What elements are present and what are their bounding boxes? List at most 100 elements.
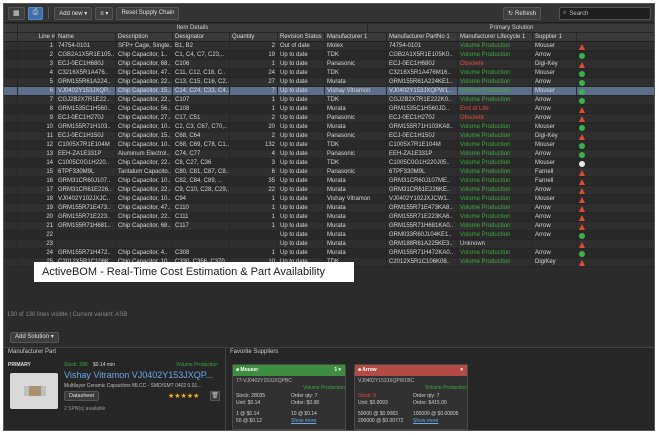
row-select-cell[interactable]	[4, 114, 18, 123]
column-header[interactable]: Line #	[18, 33, 56, 42]
status-icon[interactable]	[577, 240, 587, 249]
add-new-button[interactable]: Add new ▾	[54, 6, 93, 20]
table-row[interactable]: 8 GRM1535C1H560.. Chip Capacitor, 56.. C108…	[4, 105, 654, 114]
row-select-cell[interactable]	[4, 258, 18, 267]
status-icon[interactable]	[577, 231, 587, 240]
table-row[interactable]: 16 GRM31CR60J107.. Chip Capacitor, 10.. C82…	[4, 177, 654, 186]
status-icon[interactable]	[577, 204, 587, 213]
status-icon[interactable]	[577, 42, 587, 51]
row-select-cell[interactable]	[4, 150, 18, 159]
table-row[interactable]: 7 CGJ2B2X7R1E22.. Chip Capacitor, 22.. C107…	[4, 96, 654, 105]
delete-icon[interactable]: 🗑	[210, 391, 220, 401]
table-row[interactable]: 24 GRM155R71H472.. Chip Capacitor, 4.. C308…	[4, 249, 654, 258]
row-select-header[interactable]	[4, 33, 18, 42]
table-row[interactable]: 9 ECJ-0EC1H270J Chip Capacitor, 27.. C17, C…	[4, 114, 654, 123]
status-icon[interactable]	[577, 195, 587, 204]
status-icon[interactable]	[577, 69, 587, 78]
rating-stars[interactable]: ★★★★★	[168, 392, 199, 400]
table-row[interactable]: 20 GRM155R71E223.. Chip Capacitor, 22.. C11…	[4, 213, 654, 222]
column-header[interactable]: Supplier 1	[533, 33, 577, 42]
row-select-cell[interactable]	[4, 168, 18, 177]
group-select-button[interactable]: ≡ ▾	[95, 6, 114, 20]
table-row[interactable]: 6 VJ0402Y153JXQP.. Chip Capacitor, 15.. C14…	[4, 87, 654, 96]
row-select-cell[interactable]	[4, 231, 18, 240]
print-button[interactable]: ⎙	[27, 6, 44, 20]
status-icon[interactable]	[577, 177, 587, 186]
grid-view-button[interactable]: ▦	[8, 6, 25, 20]
table-row[interactable]: 4 C3216X5R1A476.. Chip Capacitor, 47.. C11,…	[4, 69, 654, 78]
column-header[interactable]: Description	[116, 33, 173, 42]
status-icon[interactable]	[577, 168, 587, 177]
supplier-count[interactable]: 1 ▾	[334, 365, 341, 376]
table-row[interactable]: 12 C1005X7R1E104M Chip Capacitor, 10.. C68,…	[4, 141, 654, 150]
row-select-cell[interactable]	[4, 159, 18, 168]
table-row[interactable]: 13 EEH-ZA1E331P Aluminum Electrol.. C74, C7…	[4, 150, 654, 159]
table-row[interactable]: 3 ECJ-0EC1H680J Chip Capacitor, 68.. C106 1 U…	[4, 60, 654, 69]
refresh-button[interactable]: ↻ Refresh	[503, 7, 542, 20]
status-icon[interactable]	[577, 60, 587, 69]
status-icon[interactable]	[577, 105, 587, 114]
status-icon[interactable]	[577, 123, 587, 132]
datasheet-button[interactable]: Datasheet	[64, 391, 100, 401]
row-select-cell[interactable]	[4, 204, 18, 213]
column-header[interactable]: Manufacturer PartNo 1	[387, 33, 458, 42]
row-select-cell[interactable]	[4, 195, 18, 204]
supplier-count[interactable]: ▾	[460, 365, 463, 376]
supplier-card-arrow[interactable]: ■ Arrow ▾ VJ0402Y153JXQPW1BC Volume Prod…	[354, 364, 468, 430]
row-select-cell[interactable]	[4, 60, 18, 69]
row-select-cell[interactable]	[4, 105, 18, 114]
row-select-cell[interactable]	[4, 78, 18, 87]
status-icon[interactable]	[577, 186, 587, 195]
table-row[interactable]: 15 6TPF330M9L Tantalum Capacito.. C80, C81,…	[4, 168, 654, 177]
row-select-cell[interactable]	[4, 132, 18, 141]
row-select-cell[interactable]	[4, 177, 18, 186]
manufacturer-part-name[interactable]: Vishay Vitramon VJ0402Y153JXQP...	[64, 370, 213, 380]
row-select-cell[interactable]	[4, 69, 18, 78]
table-row[interactable]: 11 ECJ-0EC1H150J Chip Capacitor, 15.. C68, …	[4, 132, 654, 141]
row-select-cell[interactable]	[4, 123, 18, 132]
reset-supply-chain-button[interactable]: Reset Supply Chain	[116, 6, 180, 20]
row-select-cell[interactable]	[4, 51, 18, 60]
status-icon[interactable]	[577, 150, 587, 159]
status-icon[interactable]	[577, 87, 587, 96]
table-row[interactable]: 18 VJ0402Y102JXJC.. Chip Capacitor, 10.. C9…	[4, 195, 654, 204]
row-select-cell[interactable]	[4, 186, 18, 195]
table-row[interactable]: 5 GRM155R61A224.. Chip Capacitor, 22.. C13,…	[4, 78, 654, 87]
table-row[interactable]: 23 Up to date Murata GRM188R61A225KE3.. Unkn…	[4, 240, 654, 249]
status-icon[interactable]	[577, 222, 587, 231]
status-icon[interactable]	[577, 213, 587, 222]
supplier-card-mouser[interactable]: ■ Mouser 1 ▾ 77-VJ0402Y153JXQPBC Volume …	[232, 364, 346, 430]
column-header[interactable]: Quantity	[230, 33, 278, 42]
table-row[interactable]: 2 CGB2A1X5R1E105.. Chip Capacitor, 1.. C1, …	[4, 51, 654, 60]
table-row[interactable]: 14 C1005C0G1H220.. Chip Capacitor, 22.. C8,…	[4, 159, 654, 168]
table-row[interactable]: 17 GRM31CR61E226.. Chip Capacitor, 22.. C9,…	[4, 186, 654, 195]
row-select-cell[interactable]	[4, 141, 18, 150]
status-icon[interactable]	[577, 114, 587, 123]
row-select-cell[interactable]	[4, 87, 18, 96]
show-more-link[interactable]: Show more	[291, 418, 316, 424]
table-row[interactable]: 19 GRM155R71E473.. Chip Capacitor, 47.. C11…	[4, 204, 654, 213]
row-select-cell[interactable]	[4, 213, 18, 222]
status-icon[interactable]	[577, 141, 587, 150]
status-icon[interactable]	[577, 249, 587, 258]
row-select-cell[interactable]	[4, 96, 18, 105]
column-header[interactable]: Designator	[173, 33, 230, 42]
search-input[interactable]: ⌕ Search	[559, 7, 651, 20]
row-select-cell[interactable]	[4, 249, 18, 258]
column-header[interactable]: Manufacturer Lifecycle 1	[458, 33, 533, 42]
show-more-link[interactable]: Show more	[413, 418, 438, 424]
column-header[interactable]: Name	[56, 33, 116, 42]
table-row[interactable]: 21 GRM155R71H681.. Chip Capacitor, 68.. C11…	[4, 222, 654, 231]
row-select-cell[interactable]	[4, 222, 18, 231]
status-icon[interactable]	[577, 132, 587, 141]
row-select-cell[interactable]	[4, 42, 18, 51]
table-row[interactable]: 22 Up to date Murata GRM033R60J104KE1.. Volu…	[4, 231, 654, 240]
status-icon[interactable]	[577, 78, 587, 87]
status-icon[interactable]	[577, 258, 587, 267]
column-header[interactable]: Manufacturer 1	[325, 33, 387, 42]
add-solution-button[interactable]: Add Solution ▾	[10, 332, 59, 343]
row-select-cell[interactable]	[4, 240, 18, 249]
table-row[interactable]: 10 GRM155R71H103.. Chip Capacitor, 10.. C2,…	[4, 123, 654, 132]
status-icon[interactable]	[577, 96, 587, 105]
status-icon[interactable]	[577, 51, 587, 60]
